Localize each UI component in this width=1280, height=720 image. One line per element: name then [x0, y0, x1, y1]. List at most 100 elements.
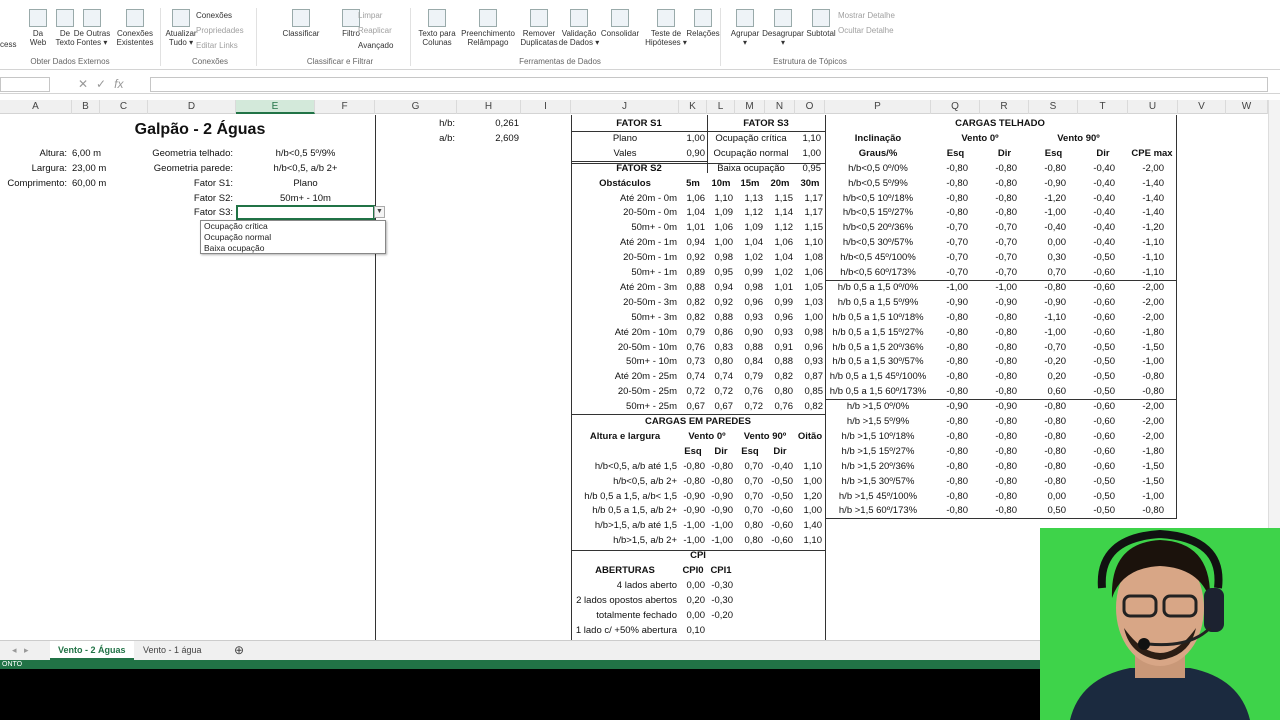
ribbon-button-7[interactable]: Texto para Colunas: [416, 9, 458, 47]
paredes-cell[interactable]: -0,90: [679, 504, 705, 518]
fator-s2-cell[interactable]: 0,86: [707, 326, 734, 340]
column-header-I[interactable]: I: [521, 100, 571, 114]
fator-s2-cell[interactable]: 0,95: [707, 266, 734, 280]
fator-s2-cell[interactable]: 0,80: [707, 355, 734, 369]
telhado-cell[interactable]: 0,00: [1029, 236, 1067, 250]
fx-icon[interactable]: fx: [114, 77, 123, 91]
telhado-cell[interactable]: -1,00: [1128, 355, 1164, 369]
telhado-h-incl[interactable]: Inclinação: [825, 132, 931, 146]
telhado-cell[interactable]: -2,00: [1128, 162, 1164, 176]
fator-s2-cell[interactable]: 1,00: [707, 236, 734, 250]
telhado-cell[interactable]: -0,60: [1078, 296, 1115, 310]
telhado-cell[interactable]: -0,50: [1078, 370, 1115, 384]
largura-label[interactable]: Largura:: [0, 162, 67, 176]
telhado-cell[interactable]: 0,60: [1029, 385, 1067, 399]
sheet-nav-next-icon[interactable]: ▸: [16, 641, 37, 660]
fator-s2-cell[interactable]: Até 20m - 25m: [571, 370, 677, 384]
telhado-h-v90[interactable]: Vento 90º: [1029, 132, 1128, 146]
telhado-cell[interactable]: -0,50: [1078, 385, 1115, 399]
fator-s3-value[interactable]: 1,10: [795, 132, 822, 146]
telhado-cell[interactable]: -0,80: [1128, 370, 1164, 384]
telhado-cell[interactable]: -1,00: [1029, 326, 1066, 340]
fator-s2-cell[interactable]: 1,15: [765, 192, 794, 206]
fator-s2-header[interactable]: 30m: [795, 177, 825, 191]
telhado-cell[interactable]: -0,60: [1078, 415, 1115, 429]
telhado-cell[interactable]: -1,00: [980, 281, 1017, 295]
column-header-C[interactable]: C: [100, 100, 148, 114]
fator-s2-cell[interactable]: 0,99: [735, 266, 764, 280]
telhado-cell[interactable]: -0,80: [931, 177, 968, 191]
telhado-cell[interactable]: -0,80: [931, 162, 968, 176]
fator-s2-cell[interactable]: 1,06: [707, 221, 734, 235]
paredes-cell[interactable]: -0,80: [679, 460, 705, 474]
ribbon-button-9[interactable]: Remover Duplicatas: [518, 9, 560, 47]
propriedades-small-button[interactable]: Propriedades: [196, 26, 244, 35]
telhado-cell[interactable]: -0,80: [1128, 504, 1164, 518]
cpi-cell[interactable]: -0,30: [707, 594, 733, 608]
fator-s2-cell[interactable]: 0,98: [707, 251, 734, 265]
telhado-cell[interactable]: -0,60: [1078, 445, 1115, 459]
paredes-h-oitao[interactable]: Oitão: [795, 430, 825, 444]
fator-s2-cell[interactable]: 1,06: [679, 192, 706, 206]
altura-value[interactable]: 6,00 m: [72, 147, 112, 161]
telhado-cell[interactable]: -0,80: [931, 355, 968, 369]
telhado-cell[interactable]: -0,80: [931, 192, 968, 206]
fator-s2-cell[interactable]: 0,94: [679, 236, 706, 250]
fator-s2-cell[interactable]: 0,96: [735, 296, 764, 310]
column-header-E[interactable]: E: [236, 100, 315, 114]
telhado-sub[interactable]: Dir: [1078, 147, 1128, 161]
fator-s2-cell[interactable]: 1,13: [735, 192, 764, 206]
fator-s1-value[interactable]: 0,90: [679, 147, 706, 161]
fator-s2-cell[interactable]: 50m+ - 0m: [571, 221, 677, 235]
fator-s2-header[interactable]: 10m: [707, 177, 735, 191]
telhado-cell[interactable]: h/b >1,5 10º/18%: [825, 430, 931, 444]
telhado-cell[interactable]: -0,80: [931, 326, 968, 340]
cpi-h2[interactable]: CPI0: [679, 564, 707, 578]
fator-s2-cell[interactable]: 20-50m - 25m: [571, 385, 677, 399]
telhado-title[interactable]: CARGAS TELHADO: [825, 117, 1175, 131]
paredes-cell[interactable]: -1,00: [707, 534, 733, 548]
telhado-cell[interactable]: -0,80: [1029, 475, 1066, 489]
telhado-cell[interactable]: -0,70: [980, 266, 1017, 280]
fator-s2-cell[interactable]: 0,72: [735, 400, 764, 414]
telhado-cell[interactable]: h/b 0,5 a 1,5 5º/9%: [825, 296, 931, 310]
telhado-cell[interactable]: -0,80: [980, 460, 1017, 474]
fator-s2-cell[interactable]: 0,74: [679, 370, 706, 384]
avancado-small-button[interactable]: Avançado: [358, 41, 393, 50]
telhado-cell[interactable]: -0,80: [1029, 430, 1066, 444]
fator-s2-cell[interactable]: 0,89: [679, 266, 706, 280]
telhado-cell[interactable]: -1,10: [1128, 236, 1164, 250]
geom_parede-value[interactable]: h/b<0,5, a/b 2+: [236, 162, 375, 176]
fator-s2-cell[interactable]: 0,72: [679, 385, 706, 399]
telhado-cell[interactable]: -0,70: [980, 236, 1017, 250]
telhado-cell[interactable]: h/b >1,5 0º/0%: [825, 400, 931, 414]
paredes-cell[interactable]: 0,80: [735, 519, 764, 533]
telhado-cell[interactable]: -0,50: [1078, 341, 1115, 355]
telhado-cell[interactable]: -0,80: [931, 370, 968, 384]
column-header-F[interactable]: F: [315, 100, 375, 114]
telhado-cell[interactable]: h/b<0,5 0º/0%: [825, 162, 931, 176]
add-sheet-icon[interactable]: ⊕: [226, 641, 252, 660]
column-header-R[interactable]: R: [980, 100, 1029, 114]
paredes-cell[interactable]: -0,80: [679, 475, 705, 489]
telhado-cell[interactable]: -0,80: [980, 490, 1017, 504]
fator-s2-header[interactable]: 15m: [735, 177, 765, 191]
column-header-H[interactable]: H: [457, 100, 521, 114]
sheet-tab-2-aguas[interactable]: Vento - 2 Águas: [50, 641, 134, 660]
telhado-cell[interactable]: -0,50: [1078, 475, 1115, 489]
hb-value[interactable]: 0,261: [457, 117, 519, 131]
ribbon-button-2[interactable]: De Outras Fontes ▾: [71, 9, 113, 47]
fator-s2-cell[interactable]: 0,83: [707, 341, 734, 355]
telhado-cell[interactable]: -0,80: [931, 460, 968, 474]
telhado-cell[interactable]: -0,70: [931, 251, 968, 265]
fator-s2-cell[interactable]: 0,88: [765, 355, 794, 369]
telhado-cell[interactable]: h/b<0,5 10º/18%: [825, 192, 931, 206]
telhado-cell[interactable]: -0,80: [980, 445, 1017, 459]
telhado-cell[interactable]: -0,90: [980, 296, 1017, 310]
ribbon-button-14[interactable]: Agrupar ▾: [724, 9, 766, 47]
paredes-cell[interactable]: -0,60: [765, 534, 793, 548]
paredes-sub[interactable]: Esq: [735, 445, 765, 459]
ribbon-button-8[interactable]: Preenchimento Relâmpago: [459, 9, 517, 47]
telhado-h-graus[interactable]: Graus/%: [825, 147, 931, 161]
fator-s2-header[interactable]: 5m: [679, 177, 707, 191]
